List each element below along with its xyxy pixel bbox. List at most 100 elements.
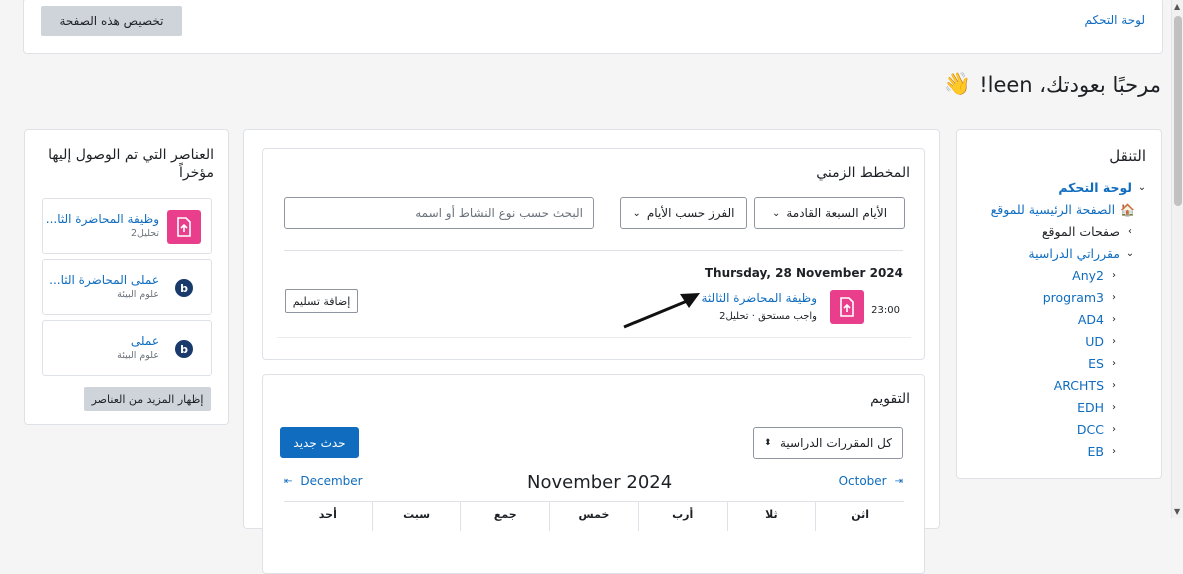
nav-item-label: Any2 (1072, 268, 1104, 283)
calendar-title: التقويم (870, 391, 910, 407)
next-month-link[interactable]: ⇤ December (284, 474, 363, 488)
nav-item-label: الصفحة الرئيسية للموقع (990, 202, 1116, 217)
recent-item[interactable]: وظيفة المحاضرة الثا... تحليل2 (42, 198, 212, 254)
weekday-header: اثن ثلا أرب خمس جمع سبت أحد (284, 501, 904, 531)
scroll-up-arrow-icon[interactable]: ▲ (1174, 2, 1180, 11)
nav-item-course-program3[interactable]: ‹ program3 (1043, 290, 1119, 305)
sort-dropdown-label: الفرز حسب الأيام (646, 206, 735, 220)
main-content: المخطط الزمني ⌄ الأيام السبعة القادمة ⌄ … (243, 129, 940, 574)
nav-item-course-dcc[interactable]: ‹ DCC (1077, 422, 1119, 437)
chevron-down-icon: ⌄ (1125, 248, 1135, 259)
weekday-tue: ثلا (726, 502, 816, 531)
nav-item-course-es[interactable]: ‹ ES (1088, 356, 1119, 371)
bigbluebutton-icon: b (167, 271, 201, 305)
navigation-tree: ⌄ لوحة التحكم 🏠 الصفحة الرئيسية للموقع ›… (962, 180, 1147, 470)
nav-item-course-any2[interactable]: ‹ Any2 (1072, 268, 1119, 283)
nav-item-label: صفحات الموقع (1041, 224, 1120, 239)
nav-item-site-pages[interactable]: › صفحات الموقع (1042, 224, 1135, 239)
recent-item[interactable]: b عملى المحاضرة الثا... علوم البيئة (42, 259, 212, 315)
recent-item-subtitle: علوم البيئة (117, 289, 159, 300)
nav-item-course-archts[interactable]: ‹ ARCHTS (1054, 378, 1119, 393)
chevron-down-icon: ⌄ (1137, 182, 1147, 193)
nav-item-label: مقرراتي الدراسية (1028, 246, 1120, 261)
chevron-left-icon: ‹ (1112, 402, 1116, 413)
customize-page-button[interactable]: تخصيص هذه الصفحة (41, 6, 182, 36)
nav-item-site-home[interactable]: 🏠 الصفحة الرئيسية للموقع (991, 202, 1135, 217)
nav-item-course-ud[interactable]: ‹ UD (1085, 334, 1119, 349)
prev-month-label: October (838, 474, 887, 488)
chevron-left-icon: ‹ (1112, 424, 1116, 435)
chevron-left-icon: ‹ (1112, 314, 1116, 325)
weekday-mon: اثن (815, 502, 904, 531)
prev-month-link[interactable]: October ⇥ (839, 474, 903, 488)
nav-item-dashboard[interactable]: ⌄ لوحة التحكم (1058, 180, 1147, 195)
assignment-upload-icon (177, 217, 191, 237)
weekday-wed: أرب (637, 502, 727, 531)
bigbluebutton-icon: b (167, 332, 201, 366)
sort-arrows-icon: ⬍ (764, 438, 772, 448)
new-event-button[interactable]: حدث جديد (280, 427, 359, 458)
event-title-link[interactable]: وظيفة المحاضرة الثالثة (701, 291, 817, 305)
nav-item-course-edh[interactable]: ‹ EDH (1077, 400, 1119, 415)
nav-item-label: ES (1088, 356, 1104, 371)
recent-item-subtitle: علوم البيئة (117, 350, 159, 361)
arrow-left-icon: ⇤ (284, 475, 293, 487)
weekday-sat: سبت (371, 502, 461, 531)
scroll-down-arrow-icon[interactable]: ▼ (1174, 507, 1180, 516)
home-icon: 🏠 (1120, 202, 1135, 217)
assignment-icon (167, 210, 201, 244)
timeline-block: المخطط الزمني ⌄ الأيام السبعة القادمة ⌄ … (262, 148, 925, 360)
weekday-thu: خمس (549, 502, 638, 531)
nav-item-label: EB (1087, 444, 1104, 459)
breadcrumb-dashboard[interactable]: لوحة التحكم (1085, 13, 1146, 27)
nav-item-label: program3 (1042, 290, 1104, 305)
page-scrollbar[interactable]: ▲ ▼ (1171, 0, 1183, 518)
course-filter-select[interactable]: ⬍ كل المقررات الدراسية (753, 427, 903, 459)
nav-item-my-courses[interactable]: ⌄ مقرراتي الدراسية (1028, 246, 1135, 261)
scrollbar-thumb[interactable] (1174, 16, 1182, 206)
assignment-upload-icon (840, 297, 854, 317)
next-month-label: December (300, 474, 363, 488)
chevron-down-icon: ⌄ (771, 207, 781, 219)
chevron-left-icon: ‹ (1112, 270, 1116, 281)
sort-dropdown[interactable]: ⌄ الفرز حسب الأيام (620, 197, 747, 229)
page-header: لوحة التحكم تخصيص هذه الصفحة (23, 0, 1163, 54)
timeline-event-row: 23:00 وظيفة المحاضرة الثالثة واجب مستحق … (277, 284, 911, 338)
nav-item-course-ad4[interactable]: ‹ AD4 (1078, 312, 1119, 327)
show-more-items-button[interactable]: إظهار المزيد من العناصر (84, 387, 211, 411)
chevron-right-icon: › (1128, 226, 1132, 237)
greeting-text: مرحبًا بعودتك، leen! (979, 72, 1161, 97)
range-dropdown[interactable]: ⌄ الأيام السبعة القادمة (754, 197, 905, 229)
recent-item-subtitle: تحليل2 (130, 228, 159, 239)
recent-item[interactable]: b عملى علوم البيئة (42, 320, 212, 376)
course-filter-label: كل المقررات الدراسية (779, 436, 892, 450)
annotation-arrow (623, 293, 700, 329)
recent-item-title: عملى المحاضرة الثا... (49, 273, 159, 287)
chevron-left-icon: ‹ (1112, 380, 1116, 391)
chevron-left-icon: ‹ (1112, 446, 1116, 457)
nav-item-label: AD4 (1077, 312, 1104, 327)
recent-items-title: العناصر التي تم الوصول إليها مؤخراً (48, 147, 214, 181)
navigation-block: التنقل ⌄ لوحة التحكم 🏠 الصفحة الرئيسية ل… (956, 129, 1162, 479)
weekday-fri: جمع (460, 502, 549, 531)
nav-item-label: UD (1085, 334, 1104, 349)
nav-item-label: DCC (1076, 422, 1104, 437)
chevron-left-icon: ‹ (1112, 336, 1116, 347)
page-title: مرحبًا بعودتك، leen! 👋 (944, 72, 1161, 97)
event-time: 23:00 (871, 305, 900, 316)
assignment-icon (830, 290, 864, 324)
weekday-sun: أحد (318, 508, 337, 521)
add-submission-button[interactable]: إضافة تسليم (285, 289, 358, 313)
wave-icon: 👋 (943, 72, 972, 97)
chevron-down-icon: ⌄ (632, 207, 641, 219)
recent-item-title: عملى (130, 334, 159, 348)
date-heading: Thursday, 28 November 2024 (704, 266, 903, 280)
chevron-left-icon: ‹ (1112, 292, 1116, 303)
chevron-left-icon: ‹ (1112, 358, 1116, 369)
nav-item-course-eb[interactable]: ‹ EB (1088, 444, 1119, 459)
timeline-search-input[interactable]: البحث حسب نوع النشاط أو اسمه (284, 197, 594, 229)
recent-items-block: العناصر التي تم الوصول إليها مؤخراً وظيف… (24, 129, 229, 425)
nav-item-label: ARCHTS (1053, 378, 1104, 393)
arrow-right-icon: ⇥ (894, 475, 903, 487)
range-dropdown-label: الأيام السبعة القادمة (786, 206, 888, 220)
